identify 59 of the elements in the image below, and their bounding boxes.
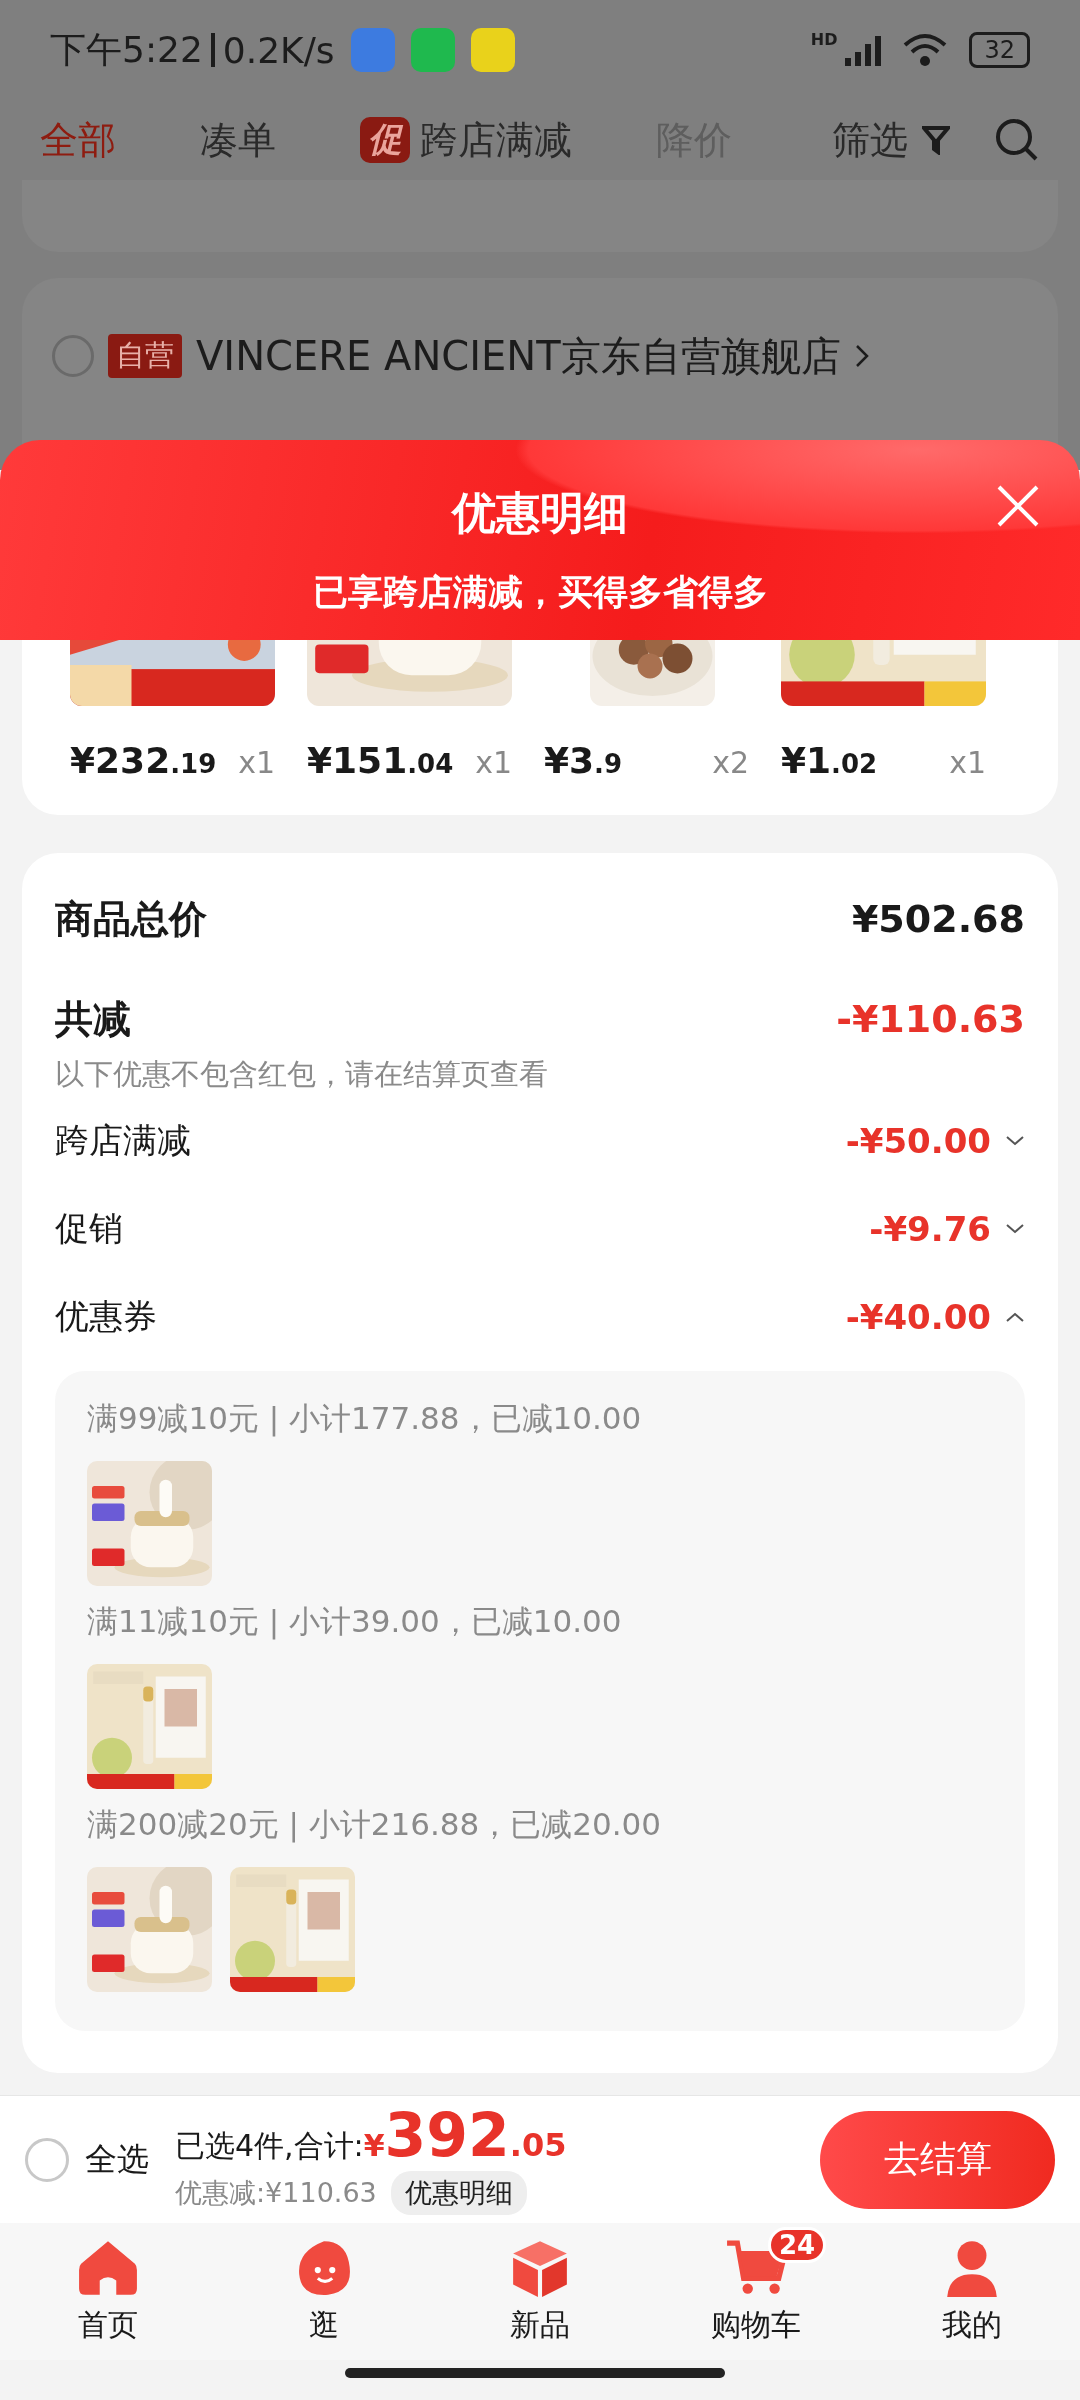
filter-icon <box>922 125 950 155</box>
nav-item[interactable]: 我的 <box>864 2223 1080 2360</box>
discount-label: 共减 <box>55 995 131 1043</box>
search-icon[interactable] <box>994 117 1040 163</box>
total-label: 商品总价 <box>55 895 207 943</box>
filter-tab[interactable]: 促 跨店满减 <box>360 114 572 166</box>
network-speed: 0.2K/s <box>222 29 335 71</box>
promo-badge: 促 <box>360 117 410 163</box>
nav-item[interactable]: 购物车 24 <box>648 2223 864 2360</box>
discount-detail-button[interactable]: 优惠明细 <box>390 2170 527 2215</box>
product-price: ¥151.04 <box>307 740 454 781</box>
discount-label: 优惠券 <box>55 1295 157 1338</box>
checkbox[interactable] <box>25 2137 69 2182</box>
product-price: ¥3.9 <box>544 740 623 781</box>
sheet-subtitle: 已享跨店满减，买得多省得多 <box>312 571 768 614</box>
select-all-label[interactable]: 全选 <box>85 2137 149 2182</box>
total-price: ¥502.68 <box>851 897 1025 941</box>
sheet-title: 优惠明细 <box>452 486 628 540</box>
product-quantity: x1 <box>238 745 275 780</box>
nav-item[interactable]: 首页 <box>0 2223 216 2360</box>
product-quantity: x1 <box>949 745 986 780</box>
nav-item[interactable]: 逛 <box>216 2223 432 2360</box>
discount-total: -¥110.63 <box>836 997 1025 1041</box>
product-price: ¥232.19 <box>70 740 217 781</box>
discount-amount: -¥9.76 <box>869 1209 991 1249</box>
discount-label: 跨店满减 <box>55 1119 191 1162</box>
chat-icon <box>410 28 455 72</box>
close-icon[interactable] <box>996 484 1040 528</box>
product-price: ¥1.02 <box>781 740 878 781</box>
checkout-button[interactable]: 去结算 <box>820 2110 1055 2209</box>
chevron-right-icon[interactable] <box>854 344 869 368</box>
store-tag: 自营 <box>108 334 182 378</box>
checkbox[interactable] <box>52 335 94 377</box>
cart-count-badge: 24 <box>768 2227 827 2263</box>
discount-amount: -¥40.00 <box>845 1297 991 1337</box>
chevron-down-icon[interactable] <box>1005 1135 1025 1147</box>
battery-icon: 32 <box>969 32 1030 68</box>
coupon-text: 满200减20元 | 小计216.88，已减20.00 <box>87 1805 662 1845</box>
total-amount: ¥392.05 <box>363 2104 567 2165</box>
chevron-up-icon[interactable] <box>1005 1311 1025 1323</box>
app-icon <box>350 28 395 72</box>
app-icon <box>470 28 515 72</box>
coupon-text: 满99减10元 | 小计177.88，已减10.00 <box>87 1399 643 1439</box>
store-name[interactable]: VINCERE ANCIENT京东自营旗舰店 <box>196 328 841 384</box>
nav-item[interactable]: 新品 <box>432 2223 648 2360</box>
filter-tab[interactable]: 凑单 <box>200 114 276 166</box>
chevron-down-icon[interactable] <box>1005 1223 1025 1235</box>
saved-amount: 优惠减:¥110.63 <box>175 2175 377 2210</box>
product-quantity: x1 <box>475 745 512 780</box>
wifi-icon <box>903 33 948 67</box>
filter-button[interactable]: 筛选 <box>832 114 950 166</box>
clock-text: 下午5:22 <box>50 27 203 72</box>
coupon-text: 满11减10元 | 小计39.00，已减10.00 <box>87 1602 623 1642</box>
discount-label: 促销 <box>55 1207 123 1250</box>
hd-label: HD <box>810 30 838 49</box>
discount-amount: -¥50.00 <box>845 1121 991 1161</box>
discount-note: 以下优惠不包含红包，请在结算页查看 <box>55 1056 549 1093</box>
product-quantity: x2 <box>712 745 749 780</box>
selected-summary: 已选4件,合计: <box>175 2126 364 2165</box>
